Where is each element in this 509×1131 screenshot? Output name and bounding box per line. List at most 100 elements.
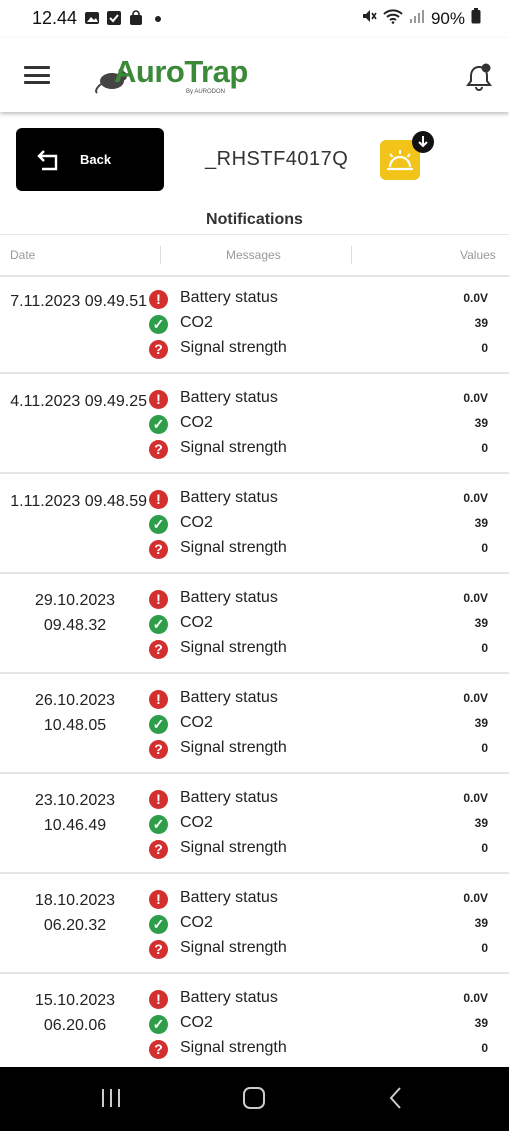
question-icon: ? (149, 740, 168, 759)
back-button[interactable]: Back (16, 128, 164, 191)
message-text: Battery status (180, 989, 278, 1006)
message-text: Battery status (180, 389, 278, 406)
download-icon[interactable] (412, 131, 434, 153)
logo-text: AuroTrap (114, 54, 248, 89)
check-icon: ✓ (149, 515, 168, 534)
message-text: Signal strength (180, 1039, 287, 1056)
notification-item: ! Battery status 0.0V (0, 787, 509, 812)
notification-item: ? Signal strength 0 (0, 437, 509, 462)
message-text: Battery status (180, 289, 278, 306)
value-text: 0.0V (463, 791, 488, 805)
notification-row: 26.10.2023 10.48.05! Battery status 0.0V ✓ CO… (0, 674, 509, 774)
notification-item: ! Battery status 0.0V (0, 987, 509, 1012)
value-text: 39 (474, 516, 488, 530)
device-id: _RHSTF4017Q (205, 148, 349, 170)
message-text: Signal strength (180, 839, 287, 856)
value-text: 39 (474, 316, 488, 330)
value-text: 0 (481, 741, 488, 755)
checkbox-icon (106, 10, 122, 26)
notification-item: ? Signal strength 0 (0, 937, 509, 962)
dot-icon (150, 10, 166, 26)
value-text: 0 (481, 641, 488, 655)
notification-row: 7.11.2023 09.49.51! Battery status 0.0V ✓ CO… (0, 274, 509, 374)
notification-item: ! Battery status 0.0V (0, 287, 509, 312)
notification-item: ! Battery status 0.0V (0, 587, 509, 612)
notification-item: ✓ CO2 39 (0, 512, 509, 537)
value-text: 0.0V (463, 291, 488, 305)
notification-row: 15.10.2023 06.20.06! Battery status 0.0V ✓ CO… (0, 974, 509, 1074)
notification-item: ? Signal strength 0 (0, 737, 509, 762)
notification-item: ? Signal strength 0 (0, 537, 509, 562)
check-icon: ✓ (149, 1015, 168, 1034)
notification-item: ? Signal strength 0 (0, 1037, 509, 1062)
back-nav-icon[interactable] (386, 1085, 406, 1111)
value-text: 0.0V (463, 891, 488, 905)
signal-icon (409, 8, 425, 29)
check-icon: ✓ (149, 915, 168, 934)
value-text: 0.0V (463, 591, 488, 605)
column-divider (351, 246, 352, 264)
message-text: CO2 (180, 1014, 213, 1031)
exclamation-icon: ! (149, 590, 168, 609)
message-text: Battery status (180, 889, 278, 906)
question-icon: ? (149, 540, 168, 559)
message-text: Signal strength (180, 339, 287, 356)
value-text: 0.0V (463, 391, 488, 405)
question-icon: ? (149, 840, 168, 859)
menu-icon[interactable] (24, 66, 50, 84)
app-bar: AuroTrap By AURODON (0, 38, 509, 112)
exclamation-icon: ! (149, 290, 168, 309)
message-text: Signal strength (180, 439, 287, 456)
notification-row: 18.10.2023 06.20.32! Battery status 0.0V ✓ CO… (0, 874, 509, 974)
notification-item: ? Signal strength 0 (0, 837, 509, 862)
recent-apps-icon[interactable] (100, 1085, 124, 1111)
value-text: 0.0V (463, 991, 488, 1005)
value-text: 0.0V (463, 491, 488, 505)
notification-bell-icon[interactable] (464, 62, 494, 92)
message-text: Signal strength (180, 939, 287, 956)
notification-item: ✓ CO2 39 (0, 412, 509, 437)
notification-item: ✓ CO2 39 (0, 712, 509, 737)
notification-list: 7.11.2023 09.49.51! Battery status 0.0V ✓ CO… (0, 274, 509, 1074)
notification-item: ! Battery status 0.0V (0, 487, 509, 512)
notification-item: ! Battery status 0.0V (0, 387, 509, 412)
message-text: Signal strength (180, 739, 287, 756)
value-text: 0 (481, 441, 488, 455)
column-messages: Messages (226, 248, 281, 262)
message-text: Battery status (180, 789, 278, 806)
home-icon[interactable] (241, 1085, 267, 1111)
question-icon: ? (149, 340, 168, 359)
question-icon: ? (149, 940, 168, 959)
notification-item: ! Battery status 0.0V (0, 887, 509, 912)
exclamation-icon: ! (149, 490, 168, 509)
message-text: CO2 (180, 314, 213, 331)
notification-row: 1.11.2023 09.48.59! Battery status 0.0V ✓ CO… (0, 474, 509, 574)
message-text: CO2 (180, 614, 213, 631)
back-arrow-icon (37, 150, 58, 171)
message-text: Signal strength (180, 539, 287, 556)
column-date: Date (10, 248, 36, 262)
notification-item: ✓ CO2 39 (0, 612, 509, 637)
exclamation-icon: ! (149, 790, 168, 809)
table-header: Date Messages Values (0, 234, 509, 277)
question-icon: ? (149, 440, 168, 459)
check-icon: ✓ (149, 715, 168, 734)
value-text: 0 (481, 541, 488, 555)
value-text: 0 (481, 341, 488, 355)
message-text: Battery status (180, 589, 278, 606)
check-icon: ✓ (149, 415, 168, 434)
notification-item: ✓ CO2 39 (0, 912, 509, 937)
message-text: Battery status (180, 489, 278, 506)
notification-item: ✓ CO2 39 (0, 312, 509, 337)
value-text: 0 (481, 941, 488, 955)
section-title: Notifications (206, 211, 303, 228)
question-icon: ? (149, 640, 168, 659)
shopping-bag-icon (128, 10, 144, 26)
column-values: Values (460, 248, 496, 262)
notification-item: ✓ CO2 39 (0, 1012, 509, 1037)
check-icon: ✓ (149, 815, 168, 834)
battery-icon (471, 8, 481, 29)
value-text: 39 (474, 816, 488, 830)
exclamation-icon: ! (149, 690, 168, 709)
message-text: CO2 (180, 814, 213, 831)
